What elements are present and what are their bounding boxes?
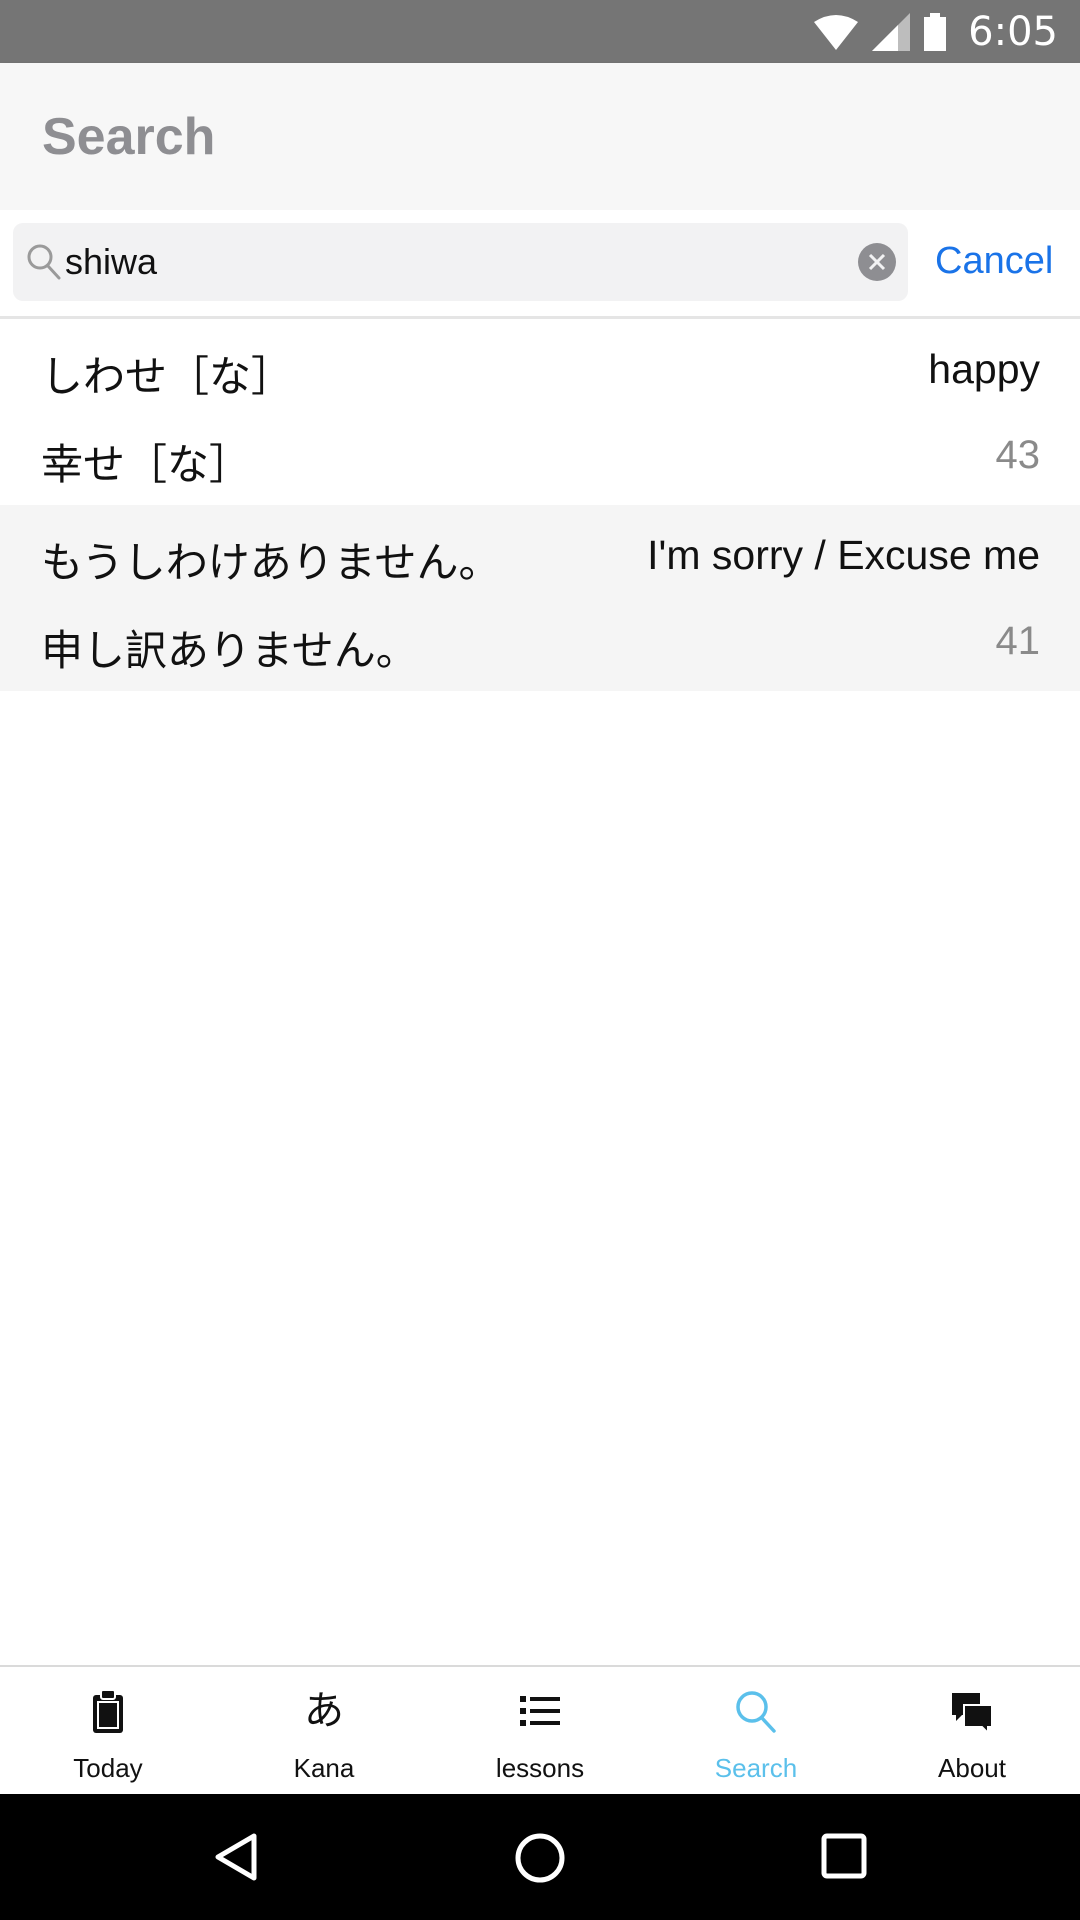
- cell-signal-icon: [872, 12, 911, 51]
- status-icons: 6:05: [814, 0, 1058, 63]
- list-item[interactable]: しわせ［な］ happy 幸せ［な］ 43: [0, 319, 1080, 505]
- tab-search[interactable]: Search: [648, 1667, 864, 1796]
- search-icon: [736, 1691, 776, 1733]
- search-bar: Cancel: [0, 210, 1080, 319]
- app-bar: Search: [0, 63, 1080, 210]
- search-results: しわせ［な］ happy 幸せ［な］ 43 もうしわけありません。 I'm so…: [0, 319, 1080, 691]
- search-icon: [27, 244, 61, 280]
- tab-kana[interactable]: あ Kana: [216, 1667, 432, 1796]
- result-lesson-number: 41: [995, 619, 1041, 663]
- status-bar: 6:05: [0, 0, 1080, 63]
- result-lesson-number: 43: [995, 433, 1041, 477]
- wifi-icon: [814, 14, 859, 50]
- result-kana: しわせ［な］: [41, 352, 294, 401]
- cancel-button[interactable]: Cancel: [935, 240, 1053, 283]
- home-icon[interactable]: [514, 1832, 566, 1884]
- page-title: Search: [42, 108, 216, 166]
- list-item[interactable]: もうしわけありません。 I'm sorry / Excuse me 申し訳ありま…: [0, 505, 1080, 691]
- clipboard-icon: [93, 1689, 123, 1733]
- tab-about[interactable]: About: [864, 1667, 1080, 1796]
- tab-label: Kana: [293, 1753, 355, 1783]
- result-meaning: I'm sorry / Excuse me: [647, 532, 1040, 578]
- search-input[interactable]: [65, 223, 845, 301]
- result-kanji: 幸せ［な］: [41, 440, 252, 489]
- tab-label: About: [938, 1753, 1006, 1783]
- clear-search-button[interactable]: [858, 243, 896, 281]
- recent-apps-icon[interactable]: [820, 1832, 868, 1880]
- result-meaning: happy: [928, 346, 1040, 392]
- hiragana-a-icon: あ: [304, 1688, 344, 1734]
- result-kanji: 申し訳ありません。: [41, 626, 418, 675]
- tab-label: lessons: [495, 1753, 585, 1783]
- chat-bubbles-icon: [952, 1693, 993, 1735]
- bottom-tab-bar: Today あ Kana lessons Search About: [0, 1665, 1080, 1796]
- tab-today[interactable]: Today: [0, 1667, 216, 1796]
- battery-icon: [924, 12, 947, 51]
- list-icon: [520, 1696, 560, 1726]
- tab-label: Today: [73, 1753, 143, 1783]
- close-icon: [868, 253, 886, 271]
- result-kana: もうしわけありません。: [41, 538, 501, 587]
- status-time: 6:05: [968, 8, 1058, 55]
- back-icon[interactable]: [212, 1832, 262, 1882]
- tab-label: Search: [714, 1753, 798, 1783]
- tab-lessons[interactable]: lessons: [432, 1667, 648, 1796]
- search-field-container[interactable]: [13, 223, 908, 301]
- system-navigation-bar: [0, 1794, 1080, 1920]
